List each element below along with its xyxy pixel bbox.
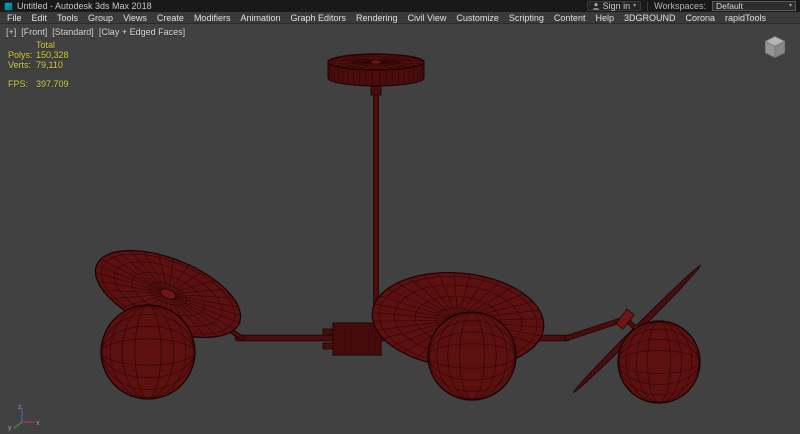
workspace-value: Default: [716, 1, 743, 11]
viewport-front[interactable]: [+] [Front] [Standard] [Clay + Edged Fac…: [0, 24, 800, 434]
menu-item-graph-editors[interactable]: Graph Editors: [285, 12, 351, 24]
stats-verts-row: Verts: 79,110: [8, 60, 69, 70]
stats-fps-value: 397.709: [36, 79, 69, 89]
chevron-down-icon: ▾: [789, 3, 792, 9]
app-logo-icon: [4, 2, 13, 11]
menu-item-edit[interactable]: Edit: [27, 12, 53, 24]
axis-x-label: x: [36, 420, 40, 427]
title-bar: Untitled - Autodesk 3ds Max 2018 Sign in…: [0, 0, 800, 12]
stats-verts-value: 79,110: [36, 60, 63, 70]
viewport-label: [+] [Front] [Standard] [Clay + Edged Fac…: [6, 27, 185, 37]
workspace-select[interactable]: Default ▾: [712, 1, 796, 11]
user-icon: [592, 2, 600, 10]
menu-bar: File Edit Tools Group Views Create Modif…: [0, 12, 800, 24]
stats-polys-row: Polys: 150,328: [8, 50, 69, 60]
menu-item-views[interactable]: Views: [118, 12, 152, 24]
stats-fps-row: FPS: 397.709: [8, 79, 69, 89]
menu-item-file[interactable]: File: [2, 12, 27, 24]
stats-verts-label: Verts:: [8, 60, 36, 70]
axis-y-label: y: [8, 425, 12, 431]
workspaces-label: Workspaces:: [654, 1, 706, 11]
menu-item-content[interactable]: Content: [549, 12, 591, 24]
axis-z-label: z: [18, 404, 22, 411]
viewport-pov-label[interactable]: [Front]: [21, 27, 47, 37]
stats-total-label: Total: [36, 40, 55, 50]
viewcube[interactable]: [760, 32, 790, 62]
chevron-down-icon: ▾: [633, 3, 636, 9]
viewport-shading-label[interactable]: [Clay + Edged Faces]: [99, 27, 185, 37]
menu-item-rapidtools[interactable]: rapidTools: [720, 12, 771, 24]
stats-polys-value: 150,328: [36, 50, 69, 60]
stats-polys-label: Polys:: [8, 50, 36, 60]
stats-total-row: Total: [8, 40, 69, 50]
menu-item-civil-view[interactable]: Civil View: [403, 12, 452, 24]
world-axis-tripod: x z y: [6, 401, 42, 431]
titlebar-divider: [647, 2, 648, 11]
menu-item-create[interactable]: Create: [152, 12, 189, 24]
app-window: Untitled - Autodesk 3ds Max 2018 Sign in…: [0, 0, 800, 434]
menu-item-rendering[interactable]: Rendering: [351, 12, 403, 24]
statistics-overlay: Total Polys: 150,328 Verts: 79,110 FPS: …: [8, 40, 69, 89]
viewport-general-menu-button[interactable]: [+]: [6, 27, 16, 37]
viewport-renderer-label[interactable]: [Standard]: [52, 27, 94, 37]
menu-item-customize[interactable]: Customize: [451, 12, 504, 24]
menu-item-scripting[interactable]: Scripting: [504, 12, 549, 24]
menu-item-3dground[interactable]: 3DGROUND: [619, 12, 681, 24]
model-wireframe-chandelier: [0, 24, 800, 434]
window-title: Untitled - Autodesk 3ds Max 2018: [17, 1, 152, 11]
menu-item-group[interactable]: Group: [83, 12, 118, 24]
sign-in-button[interactable]: Sign in ▾: [587, 1, 642, 11]
menu-item-modifiers[interactable]: Modifiers: [189, 12, 236, 24]
menu-item-tools[interactable]: Tools: [52, 12, 83, 24]
menu-item-animation[interactable]: Animation: [235, 12, 285, 24]
title-bar-right: Sign in ▾ Workspaces: Default ▾: [587, 1, 796, 11]
sign-in-label: Sign in: [603, 1, 631, 11]
stats-fps-label: FPS:: [8, 79, 36, 89]
menu-item-help[interactable]: Help: [590, 12, 619, 24]
menu-item-corona[interactable]: Corona: [680, 12, 720, 24]
